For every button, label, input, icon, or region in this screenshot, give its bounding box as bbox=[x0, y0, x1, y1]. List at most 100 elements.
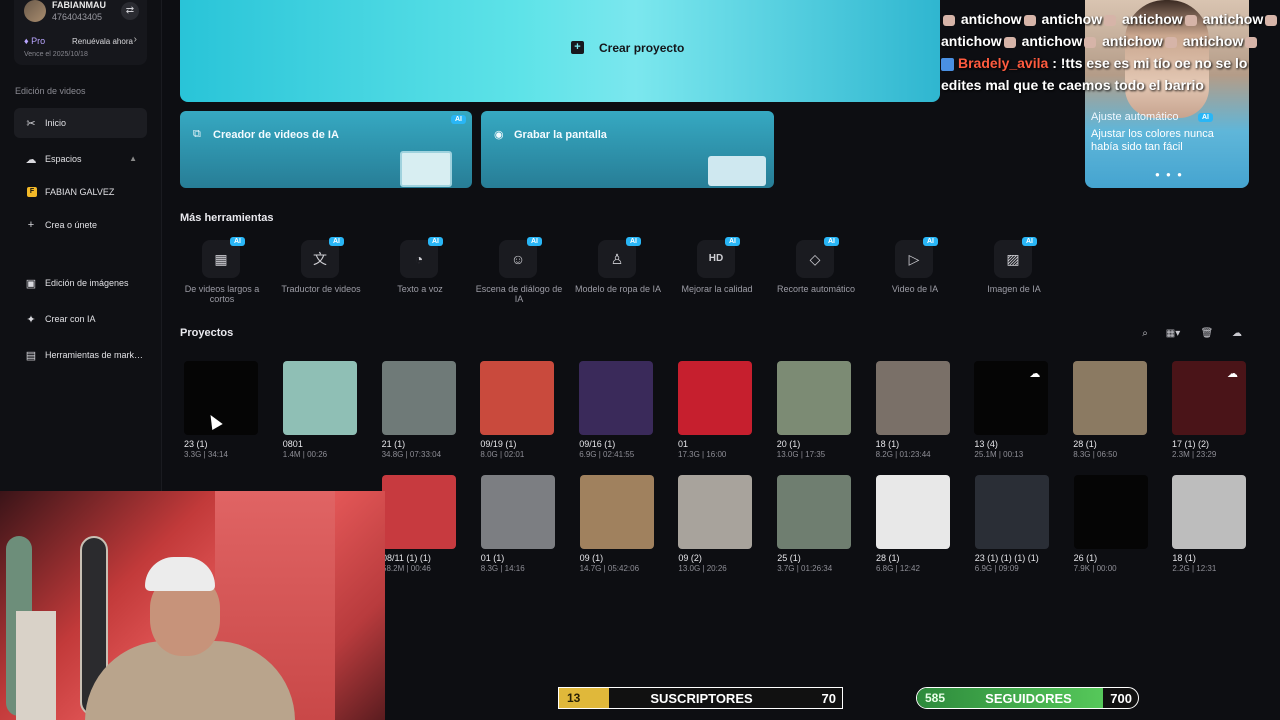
project-thumbnail[interactable]: ☁ bbox=[974, 361, 1049, 435]
sidebar-item-marketing[interactable]: ▤ Herramientas de mark… bbox=[14, 340, 147, 370]
ai-badge: AI bbox=[824, 237, 839, 246]
switch-account-icon[interactable]: ⇄ bbox=[121, 2, 139, 20]
project-thumbnail[interactable] bbox=[1172, 475, 1247, 549]
trash-icon[interactable]: 🗑 bbox=[1198, 326, 1216, 342]
carousel-dots[interactable]: ● ● ● bbox=[1155, 170, 1184, 179]
chat-username: Bradely_avila bbox=[958, 55, 1049, 71]
screen-record-card[interactable]: ◉ Grabar la pantalla bbox=[481, 111, 774, 188]
chat-overlay: antichow antichow antichow antichow anti… bbox=[941, 8, 1280, 96]
promo-title: Ajuste automático bbox=[1091, 111, 1179, 123]
project-name: 09/16 (1) bbox=[579, 439, 616, 449]
project-meta: 2.2G | 12:31 bbox=[1172, 564, 1217, 573]
project-meta: 7.9K | 00:00 bbox=[1073, 564, 1117, 573]
project-thumbnail[interactable] bbox=[876, 475, 950, 549]
image-icon: ▣ bbox=[25, 278, 37, 290]
project-meta: 6.8G | 12:42 bbox=[876, 564, 920, 573]
project-thumbnail[interactable] bbox=[579, 475, 654, 549]
project-meta: 1.4M | 00:26 bbox=[282, 450, 328, 459]
project-thumbnail[interactable] bbox=[678, 361, 752, 435]
project-meta: 14.7G | 05:42:06 bbox=[579, 564, 640, 573]
emote-icon bbox=[1023, 14, 1036, 26]
pro-badge: ♦ Pro bbox=[24, 36, 46, 46]
chevron-right-icon[interactable]: › bbox=[134, 34, 137, 45]
subscribers-counter: 13 SUSCRIPTORES 70 bbox=[558, 687, 843, 709]
project-thumbnail[interactable]: ☁ bbox=[1172, 361, 1246, 435]
projects-toolbar: ⌕ ▦▾ 🗑 ☁ bbox=[1136, 326, 1248, 342]
project-name: 21 (1) bbox=[381, 439, 406, 449]
project-thumbnail[interactable] bbox=[974, 475, 1049, 549]
project-meta: 8.3G | 14:16 bbox=[480, 564, 525, 573]
sidebar-item-workspace[interactable]: F FABIAN GALVEZ bbox=[14, 177, 147, 207]
account-card[interactable]: FABIANMAU 4764043405 ⇄ ♦ Pro Renuévala a… bbox=[14, 0, 147, 65]
project-name: 01 bbox=[678, 439, 689, 449]
project-name: 23 (1) (1) (1) (1) bbox=[974, 553, 1039, 563]
project-thumbnail[interactable] bbox=[382, 475, 456, 549]
username: FABIANMAU bbox=[52, 0, 106, 10]
project-name: 18 (1) bbox=[1172, 553, 1196, 563]
project-thumbnail[interactable] bbox=[678, 475, 753, 549]
sidebar-item-edicion-imagenes[interactable]: ▣ Edición de imágenes bbox=[14, 268, 147, 298]
project-name: 18 (1) bbox=[875, 439, 900, 449]
projects-title: Proyectos bbox=[180, 327, 234, 339]
project-thumbnail[interactable] bbox=[381, 361, 456, 435]
webcam-person-cap bbox=[145, 557, 215, 591]
project-thumbnail[interactable] bbox=[776, 361, 851, 435]
sidebar-item-crear-con-ia[interactable]: ✦ Crear con IA bbox=[14, 304, 147, 334]
project-thumbnail[interactable] bbox=[282, 361, 357, 435]
chat-message: Bradely_avila : !tts ese es mi tío oe no… bbox=[941, 55, 1248, 93]
ai-badge: AI bbox=[1022, 237, 1037, 246]
sidebar-item-espacios[interactable]: ☁ Espacios ▲ bbox=[14, 144, 147, 174]
ai-video-creator-card[interactable]: ⧉ Creador de videos de IA AI bbox=[180, 111, 472, 188]
project-meta: 13.0G | 20:26 bbox=[678, 564, 727, 573]
plus-icon: + bbox=[27, 219, 35, 231]
create-project-label: Crear proyecto bbox=[599, 41, 685, 55]
project-meta: 17.3G | 16:00 bbox=[678, 450, 727, 459]
view-toggle-icon[interactable]: ▦▾ bbox=[1160, 326, 1186, 342]
project-name: 09 (1) bbox=[579, 553, 604, 563]
project-meta: 3.7G | 01:26:34 bbox=[777, 564, 833, 573]
project-name: 28 (1) bbox=[876, 553, 900, 563]
avatar[interactable] bbox=[24, 0, 46, 22]
sidebar-item-inicio[interactable]: ✂ Inicio bbox=[14, 108, 147, 138]
promo-description: Ajustar los colores nunca había sido tan… bbox=[1091, 128, 1214, 153]
project-meta: 6.9G | 09:09 bbox=[974, 564, 1019, 573]
ai-badge: AI bbox=[1198, 113, 1213, 122]
followers-counter: 585 SEGUIDORES 700 bbox=[916, 687, 1139, 709]
more-tools-title: Más herramientas bbox=[180, 212, 274, 224]
chat-line: antichow antichow antichow antichow anti… bbox=[941, 8, 1280, 52]
project-thumbnail[interactable] bbox=[1073, 361, 1148, 435]
cloud-icon: ☁ bbox=[1029, 368, 1041, 380]
project-meta: 58.2M | 00:46 bbox=[382, 564, 431, 573]
webcam-radiator bbox=[16, 611, 56, 720]
project-thumbnail[interactable] bbox=[480, 475, 555, 549]
emote-icon bbox=[1265, 14, 1278, 26]
project-name: 01 (1) bbox=[480, 553, 505, 563]
project-name: 28 (1) bbox=[1073, 439, 1097, 449]
marketing-icon: ▤ bbox=[25, 350, 37, 362]
renew-link[interactable]: Renuévala ahora bbox=[72, 37, 133, 46]
emote-icon bbox=[1084, 36, 1097, 48]
project-thumbnail[interactable] bbox=[1073, 475, 1148, 549]
search-icon[interactable]: ⌕ bbox=[1136, 326, 1154, 342]
emote-icon bbox=[1164, 36, 1177, 48]
emote-icon bbox=[1184, 14, 1197, 26]
project-meta: 8.2G | 01:23:44 bbox=[875, 450, 931, 459]
plan-expiry: Vence el 2025/10/18 bbox=[24, 51, 88, 58]
project-thumbnail[interactable] bbox=[480, 361, 555, 435]
project-meta: 3.3G | 34:14 bbox=[184, 450, 228, 459]
create-project-button[interactable]: + Crear proyecto bbox=[180, 0, 940, 102]
project-name: 09 (2) bbox=[678, 553, 702, 563]
sidebar-item-crea-o-unete[interactable]: + Crea o únete bbox=[14, 210, 147, 240]
project-thumbnail[interactable] bbox=[579, 361, 654, 435]
chevron-up-icon[interactable]: ▲ bbox=[129, 154, 137, 163]
ai-badge: AI bbox=[527, 237, 542, 246]
ai-badge: AI bbox=[626, 237, 641, 246]
emote-icon bbox=[1003, 36, 1016, 48]
project-thumbnail[interactable] bbox=[875, 361, 950, 435]
cloud-upload-icon[interactable]: ☁ bbox=[1228, 326, 1246, 342]
ai-badge: AI bbox=[329, 237, 344, 246]
tts-icon bbox=[941, 57, 954, 71]
workspace-icon: F bbox=[27, 187, 37, 197]
project-thumbnail[interactable] bbox=[777, 475, 852, 549]
project-name: 08/11 (1) (1) bbox=[382, 553, 431, 563]
